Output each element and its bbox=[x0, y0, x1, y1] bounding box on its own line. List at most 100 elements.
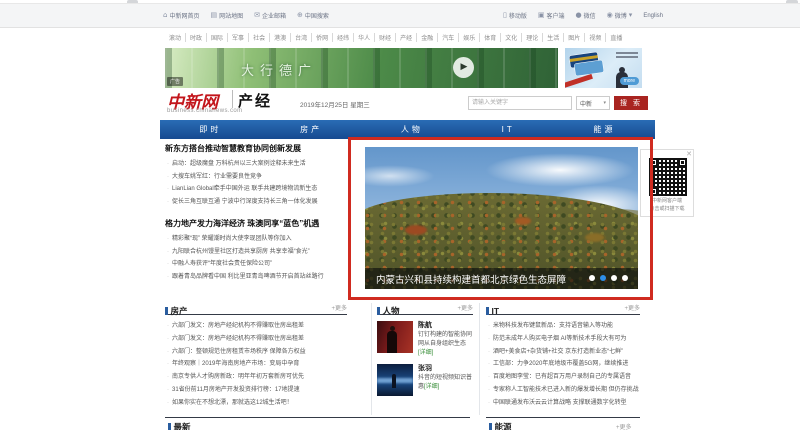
news-item[interactable]: 九阳联合杭州馒里社区打造共享厨房 共享幸福“食光” bbox=[165, 246, 347, 259]
person-name[interactable]: 张羽 bbox=[418, 364, 473, 373]
tab-nengyuan[interactable]: 能源 bbox=[594, 124, 616, 135]
more-link[interactable]: +更多 bbox=[331, 303, 347, 312]
section-title[interactable]: IT bbox=[486, 306, 500, 316]
cat-item[interactable]: 生活 bbox=[543, 32, 565, 42]
detail-link[interactable]: [详细] bbox=[424, 384, 439, 390]
search-input[interactable] bbox=[468, 96, 572, 110]
cat-item[interactable]: 汽车 bbox=[438, 32, 460, 42]
news-item[interactable]: 酒吧+美食店+杂货铺+社交 京东打造新业态“七鲜” bbox=[486, 346, 640, 359]
news-item[interactable]: 如果你实在不想北漂，那就选这12城生活吧！ bbox=[165, 397, 347, 410]
chevron-down-icon: ▾ bbox=[603, 100, 606, 106]
cat-item[interactable]: 台湾 bbox=[291, 32, 313, 42]
carousel-dot[interactable] bbox=[589, 275, 595, 281]
link-weibo[interactable]: ◉ 微博 ▾ bbox=[607, 11, 633, 21]
more-link[interactable]: +更多 bbox=[457, 303, 473, 312]
cat-item[interactable]: 文化 bbox=[501, 32, 523, 42]
link-chinanews-home[interactable]: ⌂ 中新网首页 bbox=[163, 11, 199, 21]
cat-item[interactable]: 港澳 bbox=[270, 32, 292, 42]
cat-item[interactable]: 娱乐 bbox=[459, 32, 481, 42]
news-item[interactable]: 大搜车姚军红：行业需要良性竞争 bbox=[165, 171, 347, 184]
news-item[interactable]: 百度地图李莹：已有超百万用户录制自己的专属语音 bbox=[486, 371, 640, 384]
news-item[interactable]: 中融人寿获评“年度社会责任保险公司” bbox=[165, 258, 347, 271]
top-banner-ad[interactable]: 大行德广 ▶ 广告 bbox=[165, 48, 558, 88]
cat-item[interactable]: 国际 bbox=[207, 32, 229, 42]
news-item[interactable]: 启动：超级魔盘 万科杭州以三大案例诠释未来生活 bbox=[165, 158, 347, 171]
ad-text-lines bbox=[616, 52, 638, 60]
close-icon[interactable]: ✕ bbox=[686, 150, 692, 158]
news-item[interactable]: 促长三角互联互通 宁波中行深度支持长三角一体化发展 bbox=[165, 196, 347, 209]
link-enterprise-mail[interactable]: ✉ 企业邮箱 bbox=[254, 11, 286, 21]
cat-item[interactable]: 军事 bbox=[228, 32, 250, 42]
qr-finder bbox=[649, 187, 658, 196]
link-china-search[interactable]: ⊕ 中国搜索 bbox=[297, 11, 329, 21]
news-item[interactable]: 六部门发文：房地产经纪机构不得赚取住房出租差 bbox=[165, 333, 347, 346]
person-entry[interactable]: 陈航 钉钉构建的智能协同网从自身组织生态 [详细] bbox=[377, 321, 473, 358]
section-title[interactable]: 房产 bbox=[165, 306, 188, 316]
photo-carousel[interactable]: 内蒙古兴和县持续构建首都北京绿色生态屏障 bbox=[365, 147, 638, 289]
link-mobile-version[interactable]: ▯ 移动版 bbox=[503, 11, 527, 21]
cat-item[interactable]: 财经 bbox=[375, 32, 397, 42]
qr-finder bbox=[649, 158, 658, 167]
link-wechat[interactable]: ● 微信 bbox=[576, 11, 596, 21]
headline-title[interactable]: 新东方搭台推动智慧教育协同创新发展 bbox=[165, 144, 347, 154]
tab-renwu[interactable]: 人物 bbox=[401, 124, 423, 135]
tab-it[interactable]: IT bbox=[502, 125, 515, 134]
channel-title[interactable]: 产经 bbox=[238, 90, 272, 111]
category-nav: 滚动 时政 国际 军事 社会 港澳 台湾 侨网 经纬 华人 财经 产经 金融 汽… bbox=[165, 30, 650, 44]
news-item[interactable]: 工信部：力争2020年底地级市覆盖5G网，继续推进 bbox=[486, 358, 640, 371]
tab-fangchan[interactable]: 房产 bbox=[300, 124, 322, 135]
cat-item[interactable]: 金融 bbox=[417, 32, 439, 42]
news-item[interactable]: 中国联通发布沃云云计算战略 支撑联通数字化转型 bbox=[486, 397, 640, 410]
more-link[interactable]: +更多 bbox=[616, 422, 632, 430]
news-item[interactable]: 米物科技发布键鼠新品：支持语音输入等功能 bbox=[486, 320, 640, 333]
cat-item[interactable]: 理论 bbox=[522, 32, 544, 42]
cat-item[interactable]: 直播 bbox=[606, 33, 626, 42]
news-item[interactable]: 六部门发文：房地产经纪机构不得赚取住房出租差 bbox=[165, 320, 347, 333]
section-title-zuixin[interactable]: 最新 bbox=[168, 421, 191, 430]
ad-more-button[interactable]: more bbox=[619, 77, 639, 85]
link-label: 企业邮箱 bbox=[261, 14, 286, 20]
section-title-nengyuan[interactable]: 能源 bbox=[489, 421, 512, 430]
news-item[interactable]: 专家称人工智能技术已进入新的爆发增长期 但仍存挑战 bbox=[486, 384, 640, 397]
cat-item[interactable]: 社会 bbox=[249, 32, 271, 42]
cat-item[interactable]: 侨网 bbox=[312, 32, 334, 42]
more-link[interactable]: +更多 bbox=[624, 303, 640, 312]
search-scope-value: 中新 bbox=[580, 101, 593, 108]
news-item[interactable]: 六部门：整顿规范住房租赁市场秩序 保障各方权益 bbox=[165, 346, 347, 359]
qr-caption-line2[interactable]: 点击或扫描下载 bbox=[641, 206, 693, 213]
news-item[interactable]: 年终观察｜2019年海南房地产市场：变局中孕育 bbox=[165, 358, 347, 371]
search-scope-select[interactable]: 中新 ▾ bbox=[576, 96, 610, 110]
link-english[interactable]: English bbox=[643, 13, 663, 19]
cat-item[interactable]: 华人 bbox=[354, 32, 376, 42]
play-button[interactable]: ▶ bbox=[453, 57, 474, 78]
person-entry[interactable]: 张羽 抖音的短视频知识普惠[详细] bbox=[377, 364, 473, 396]
cat-item[interactable]: 产经 bbox=[396, 32, 418, 42]
cat-item[interactable]: 视频 bbox=[585, 32, 607, 42]
news-item[interactable]: 跟着青岛品牌看中国 利比里亚青岛啤酒节开启首站丝路行 bbox=[165, 271, 347, 284]
carousel-caption[interactable]: 内蒙古兴和县持续构建首都北京绿色生态屏障 bbox=[376, 272, 566, 286]
cloud-graphic bbox=[485, 153, 635, 187]
search-button[interactable]: 搜 索 bbox=[614, 96, 648, 110]
news-item[interactable]: 精彩聚“现” 荣耀潮时尚大使李现团队等你加入 bbox=[165, 233, 347, 246]
link-sitemap[interactable]: ▤ 网站地图 bbox=[210, 11, 243, 21]
person-name[interactable]: 陈航 bbox=[418, 321, 473, 330]
link-app-client[interactable]: ▣ 客户端 bbox=[538, 11, 565, 21]
carousel-dot[interactable] bbox=[622, 275, 628, 281]
cat-item[interactable]: 经纬 bbox=[333, 32, 355, 42]
section-title[interactable]: 人物 bbox=[377, 306, 400, 316]
headline-title[interactable]: 格力地产发力海洋经济 珠澳同享“蓝色”机遇 bbox=[165, 219, 347, 229]
tab-jishi[interactable]: 即时 bbox=[199, 124, 221, 135]
news-item[interactable]: 31省份前11月房地产开发投资排行榜：17地提速 bbox=[165, 384, 347, 397]
carousel-dot-active[interactable] bbox=[600, 275, 606, 281]
detail-link[interactable]: [详细] bbox=[418, 350, 433, 356]
news-item[interactable]: 防范未成年人购买电子烟 AI等新技术手段大有可为 bbox=[486, 333, 640, 346]
cat-item[interactable]: 时政 bbox=[186, 32, 208, 42]
cat-item[interactable]: 体育 bbox=[480, 32, 502, 42]
link-label: 微博 bbox=[614, 14, 627, 20]
side-banner-ad[interactable]: more bbox=[565, 48, 642, 88]
carousel-dot[interactable] bbox=[611, 275, 617, 281]
news-item[interactable]: LianLian Global牵手中国外运 联手共建跨境物流新生态 bbox=[165, 183, 347, 196]
cat-item[interactable]: 图片 bbox=[564, 32, 586, 42]
news-item[interactable]: 南京专供人才购房新政：明年年初万套新房可优先 bbox=[165, 371, 347, 384]
cat-item[interactable]: 滚动 bbox=[165, 32, 187, 42]
